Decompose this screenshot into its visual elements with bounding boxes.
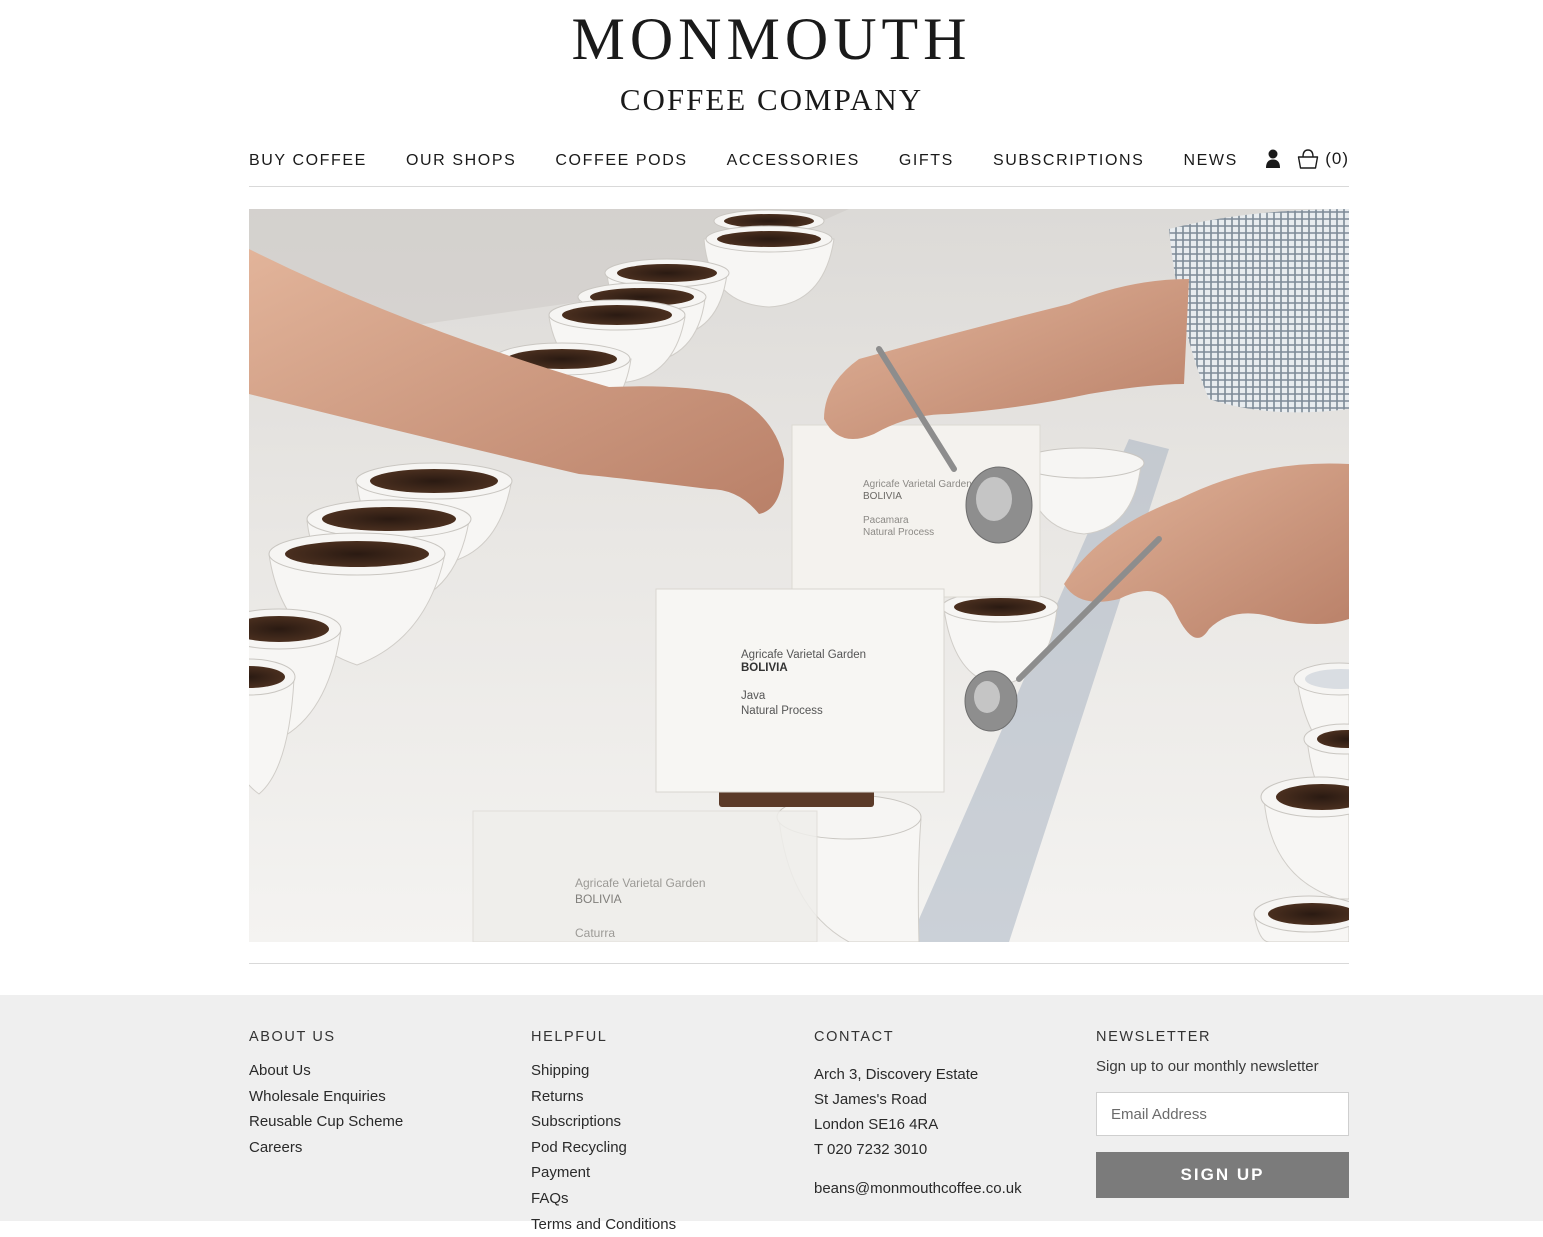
cupping-photo: Agricafe Varietal Garden BOLIVIA Pacamar… [249, 209, 1349, 942]
user-icon[interactable] [1265, 148, 1281, 170]
footer-link-reusable-cup[interactable]: Reusable Cup Scheme [249, 1109, 403, 1135]
nav-item-accessories[interactable]: ACCESSORIES [727, 152, 860, 170]
site-footer: ABOUT US About Us Wholesale Enquiries Re… [0, 995, 1543, 1233]
footer-helpful-heading: HELPFUL [531, 1029, 608, 1045]
tasting-card-front: Agricafe Varietal Garden BOLIVIA Caturra [472, 810, 818, 942]
footer-link-shipping[interactable]: Shipping [531, 1058, 676, 1084]
card-front-line3: Caturra [575, 926, 615, 940]
footer-link-subscriptions[interactable]: Subscriptions [531, 1109, 676, 1135]
card-front-line2: BOLIVIA [575, 892, 622, 906]
card-center-line2: BOLIVIA [741, 662, 788, 674]
footer-about-heading: ABOUT US [249, 1029, 336, 1045]
nav-item-our-shops[interactable]: OUR SHOPS [406, 152, 516, 170]
nav-utilities: (0) [1265, 148, 1349, 170]
footer-link-pod-recycling[interactable]: Pod Recycling [531, 1135, 676, 1161]
footer-link-wholesale[interactable]: Wholesale Enquiries [249, 1084, 403, 1110]
newsletter-intro: Sign up to our monthly newsletter [1096, 1058, 1319, 1075]
footer-link-faqs[interactable]: FAQs [531, 1186, 676, 1212]
nav-item-coffee-pods[interactable]: COFFEE PODS [555, 152, 687, 170]
nav-item-news[interactable]: NEWS [1183, 152, 1237, 170]
nav-item-buy-coffee[interactable]: BUY COFFEE [249, 152, 367, 170]
nav-item-subscriptions[interactable]: SUBSCRIPTIONS [993, 152, 1145, 170]
card-center-line1: Agricafe Varietal Garden [741, 649, 866, 661]
card-back-line1: Agricafe Varietal Garden [863, 479, 972, 490]
cart-count[interactable]: (0) [1325, 149, 1349, 169]
footer-about: ABOUT US About Us Wholesale Enquiries Re… [249, 1029, 403, 1160]
content-divider [249, 963, 1349, 964]
footer-link-payment[interactable]: Payment [531, 1160, 676, 1186]
nav-links: BUY COFFEE OUR SHOPS COFFEE PODS ACCESSO… [249, 152, 1277, 170]
footer-link-returns[interactable]: Returns [531, 1084, 676, 1110]
card-center-line4: Natural Process [741, 705, 823, 717]
footer-helpful: HELPFUL Shipping Returns Subscriptions P… [531, 1029, 676, 1237]
site-logo[interactable]: MONMOUTH COFFEE COMPANY [0, 6, 1543, 120]
footer-link-careers[interactable]: Careers [249, 1135, 403, 1161]
footer-link-terms[interactable]: Terms and Conditions [531, 1212, 676, 1237]
nav-item-gifts[interactable]: GIFTS [899, 152, 954, 170]
newsletter-signup-button[interactable]: SIGN UP [1096, 1152, 1349, 1198]
address-line-1: Arch 3, Discovery Estate [814, 1066, 979, 1083]
card-front-line1: Agricafe Varietal Garden [575, 876, 706, 890]
logo-subtitle: COFFEE COMPANY [619, 82, 924, 117]
phone-number: T 020 7232 3010 [814, 1141, 928, 1158]
contact-email-link[interactable]: beans@monmouthcoffee.co.uk [814, 1176, 1022, 1202]
hero-image: Agricafe Varietal Garden BOLIVIA Pacamar… [249, 209, 1349, 942]
main-navigation: BUY COFFEE OUR SHOPS COFFEE PODS ACCESSO… [249, 146, 1349, 187]
footer-newsletter-heading: NEWSLETTER [1096, 1029, 1212, 1045]
card-back-line4: Natural Process [863, 527, 934, 538]
card-back-line3: Pacamara [863, 515, 909, 526]
address-line-2: St James's Road [814, 1091, 927, 1108]
tasting-card-center: Agricafe Varietal Garden BOLIVIA Java Na… [655, 588, 945, 793]
footer-newsletter: NEWSLETTER Sign up to our monthly newsle… [1096, 1029, 1349, 1198]
card-center-line3: Java [741, 690, 766, 702]
footer-link-about-us[interactable]: About Us [249, 1058, 403, 1084]
address-line-3: London SE16 4RA [814, 1116, 939, 1133]
logo-wordmark: MONMOUTH [571, 6, 972, 72]
newsletter-email-input[interactable] [1096, 1092, 1349, 1136]
footer-contact: CONTACT Arch 3, Discovery Estate St Jame… [814, 1029, 1022, 1202]
footer-contact-heading: CONTACT [814, 1029, 895, 1045]
basket-icon[interactable] [1297, 148, 1319, 170]
card-back-line2: BOLIVIA [863, 491, 902, 502]
